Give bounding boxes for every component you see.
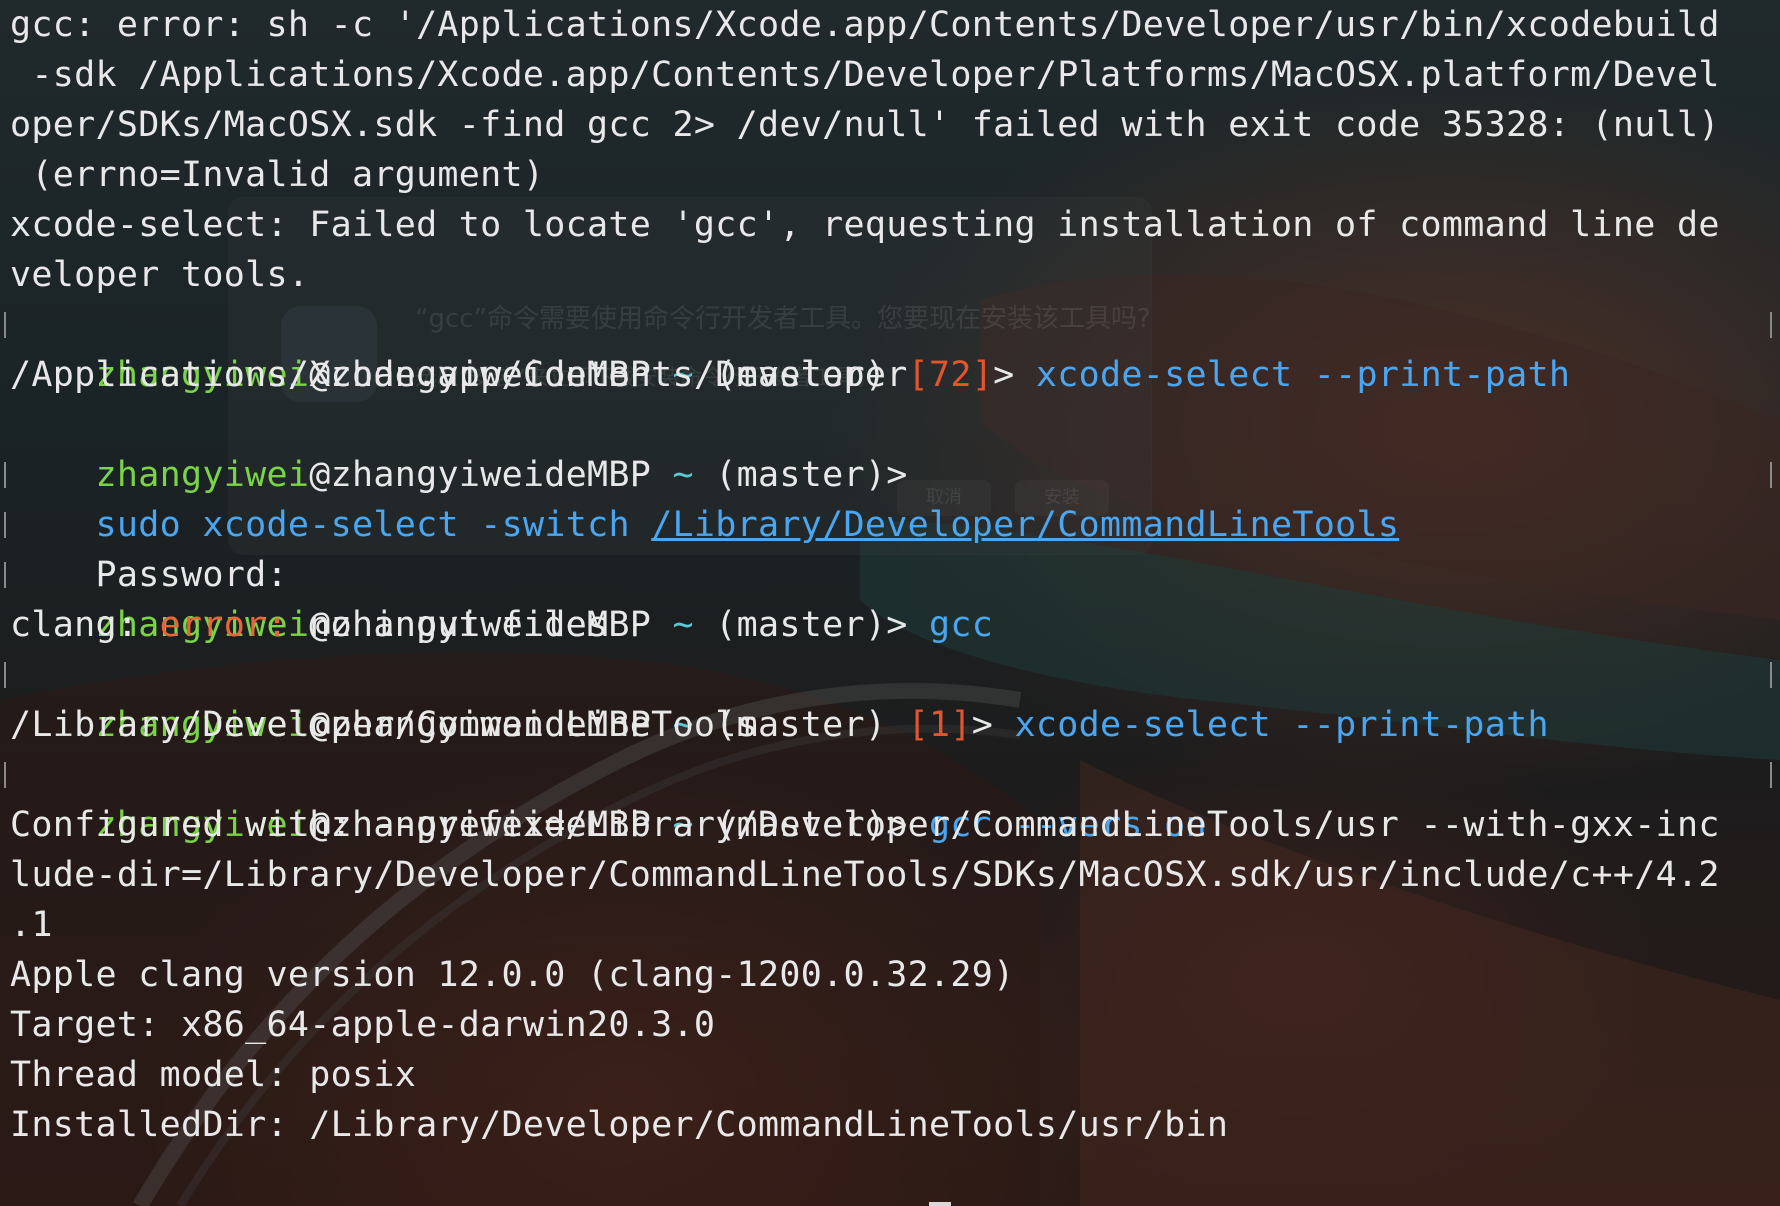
output-line: -sdk /Applications/Xcode.app/Contents/De… — [10, 55, 1720, 95]
prompt-dir: ~ — [672, 605, 694, 645]
error-word: error: — [159, 605, 288, 645]
output-line: InstalledDir: /Library/Developer/Command… — [10, 1105, 1229, 1145]
output-line: veloper tools. — [10, 255, 310, 295]
line-mark-icon — [4, 562, 6, 588]
output-line: xcode-select: Failed to locate 'gcc', re… — [10, 205, 1720, 245]
command-line: sudo xcode-select -switch /Library/Devel… — [4, 450, 1772, 545]
path-link[interactable]: /Library/Developer/CommandLineTools — [651, 505, 1399, 545]
line-mark-icon — [4, 762, 6, 788]
output-line: Apple clang version 12.0.0 (clang-1200.0… — [10, 955, 1015, 995]
prompt-line: zhangyiwei@zhangyiweideMBP ~ (master)> — [10, 1150, 952, 1206]
terminal-output[interactable]: gcc: error: sh -c '/Applications/Xcode.a… — [0, 0, 1780, 1206]
exit-status: [72] — [907, 355, 994, 395]
prompt-line: zhangyiwei@zhangyiweideMBP ~ (master)> g… — [4, 550, 993, 645]
line-mark-icon — [4, 462, 6, 488]
line-mark-icon — [1770, 662, 1772, 688]
line-mark-icon — [1770, 762, 1772, 788]
password-prompt: Password: — [4, 500, 288, 595]
line-mark-icon — [4, 512, 6, 538]
prompt-line: zhangyiwei@zhangyiweideMBP ~ (master)> — [10, 400, 908, 495]
output-line: Target: x86_64-apple-darwin20.3.0 — [10, 1005, 716, 1045]
prompt-line: zhangyiwei@zhangyiweideMBP ~ (master) [7… — [4, 300, 1772, 395]
output-line: .1 — [10, 905, 53, 945]
output-line: Thread model: posix — [10, 1055, 417, 1095]
error-message: no input files — [287, 605, 609, 645]
prompt-branch: (master) — [715, 605, 887, 645]
line-mark-icon — [4, 662, 6, 688]
prompt-line: zhangyiwei@zhangyiweideMBP ~ (master)> g… — [4, 750, 1772, 845]
command-text: xcode-select --print-path — [1035, 355, 1571, 395]
output-line: clang: error: no input files — [10, 600, 608, 650]
exit-status: [1] — [907, 705, 972, 745]
clang-prefix: clang: — [10, 605, 160, 645]
command-text: xcode-select --print-path — [1014, 705, 1549, 745]
output-line: gcc: error: sh -c '/Applications/Xcode.a… — [10, 5, 1720, 45]
prompt-gt: > — [886, 605, 908, 645]
prompt-gt: > — [971, 705, 994, 745]
line-mark-icon — [1770, 312, 1772, 338]
line-mark-icon — [4, 312, 6, 338]
output-line: Configured with: --prefix=/Library/Devel… — [10, 805, 1720, 845]
prompt-gt: > — [993, 355, 1015, 395]
output-line: /Applications/Xcode.app/Contents/Develop… — [10, 355, 908, 395]
line-mark-icon — [1770, 462, 1772, 488]
output-line: oper/SDKs/MacOSX.sdk -find gcc 2> /dev/n… — [10, 105, 1720, 145]
output-line: lude-dir=/Library/Developer/CommandLineT… — [10, 855, 1720, 895]
output-line: (errno=Invalid argument) — [10, 155, 545, 195]
text-cursor[interactable] — [929, 1202, 952, 1206]
prompt-line: zhangyiwei@zhangyiweideMBP ~ (master) [1… — [4, 650, 1772, 745]
command-text: gcc — [929, 605, 994, 645]
output-line: /Library/Developer/CommandLineTools — [10, 705, 759, 745]
